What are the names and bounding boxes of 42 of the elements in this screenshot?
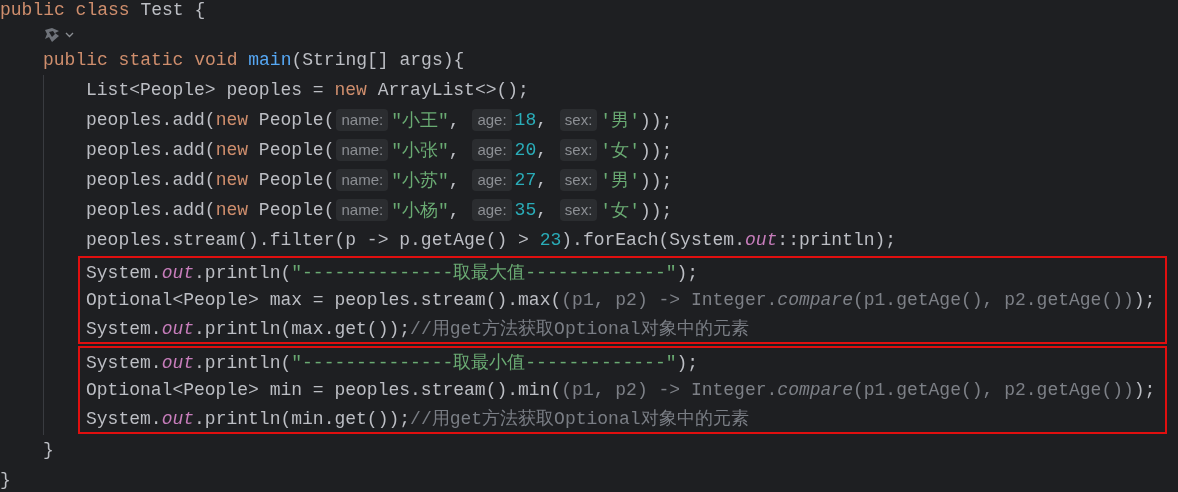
code-text: '男')); [600, 110, 673, 132]
code-vision-icon[interactable] [43, 27, 61, 43]
code-text: 20, [514, 140, 548, 160]
code-text: peoples.stream().filter(p -> p.getAge() > 23).forEach(System.out::println); [86, 230, 897, 250]
code-text: System.out.println(min.get());//用get方法获取Optional对象中的元素 [86, 408, 749, 430]
code-text: Optional<People> max = peoples.stream().max((p1, p2) -> Integer.compare(p1.getAge(), p2.getAge())); [86, 290, 1156, 310]
parameter-hint: age: [472, 169, 512, 191]
code-text: '女')); [600, 200, 673, 222]
code-text: public static void main(String[] args){ [43, 50, 465, 70]
parameter-hint: name: [336, 109, 389, 131]
parameter-hint: age: [472, 109, 512, 131]
parameter-hint: sex: [559, 199, 598, 221]
code-text: System.out.println("--------------取最大值-------------"); [86, 262, 699, 284]
code-text: System.out.println("--------------取最小值-------------"); [86, 352, 699, 374]
code-text: public class Test { [0, 0, 206, 20]
code-text: List<People> peoples = new ArrayList<>(); [86, 80, 529, 100]
chevron-down-icon[interactable] [65, 32, 74, 38]
parameter-hint: name: [336, 199, 389, 221]
parameter-hint: sex: [559, 139, 598, 161]
code-text: "小张", [391, 140, 461, 162]
parameter-hint: name: [336, 139, 389, 161]
parameter-hint: sex: [559, 109, 598, 131]
parameter-hint: sex: [559, 169, 598, 191]
code-text: 35, [514, 200, 548, 220]
parameter-hint: age: [472, 139, 512, 161]
code-text: "小杨", [391, 200, 461, 222]
code-text: 18, [514, 110, 548, 130]
code-text: Optional<People> min = peoples.stream().min((p1, p2) -> Integer.compare(p1.getAge(), p2.getAge())); [86, 380, 1156, 400]
code-text: } [43, 440, 54, 460]
code-text: peoples.add(new People( [86, 170, 335, 190]
code-text: "小苏", [391, 170, 461, 192]
code-text: '女')); [600, 140, 673, 162]
parameter-hint: name: [336, 169, 389, 191]
code-text: System.out.println(max.get());//用get方法获取Optional对象中的元素 [86, 318, 749, 340]
code-text: "小王", [391, 110, 461, 132]
code-text: peoples.add(new People( [86, 110, 335, 130]
code-text: } [0, 470, 11, 490]
parameter-hint: age: [472, 199, 512, 221]
code-text: peoples.add(new People( [86, 200, 335, 220]
code-text: '男')); [600, 170, 673, 192]
code-text: 27, [514, 170, 548, 190]
code-text: peoples.add(new People( [86, 140, 335, 160]
